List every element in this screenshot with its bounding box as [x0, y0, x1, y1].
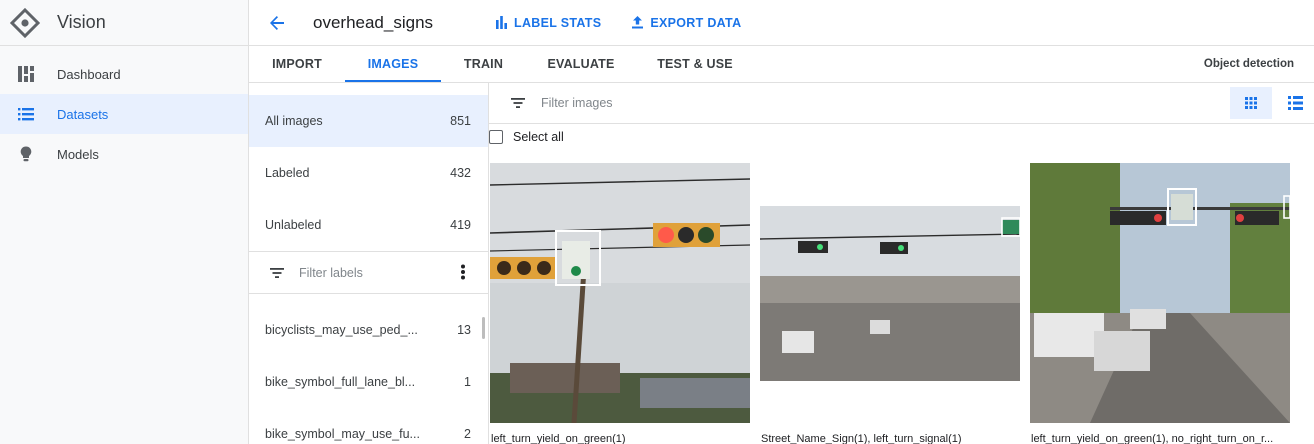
label-filter-input[interactable]: Filter labels	[249, 252, 488, 294]
nav-item-label: Models	[57, 146, 99, 162]
filter-count: 432	[450, 166, 471, 180]
panel-spacer	[249, 83, 488, 95]
list-view-button[interactable]	[1274, 87, 1314, 119]
more-vert-icon[interactable]	[460, 264, 466, 280]
filter-images-input[interactable]	[541, 96, 941, 110]
label-count: 1	[464, 375, 471, 389]
label-row[interactable]: bike_symbol_full_lane_bl... 1	[249, 356, 488, 408]
list-view-icon	[1287, 96, 1303, 110]
vision-logo-icon	[10, 7, 40, 38]
image-caption: left_turn_yield_on_green(1), no_right_tu…	[1031, 433, 1274, 444]
label-stats-button[interactable]: LABEL STATS	[495, 16, 601, 30]
label-name: bike_symbol_full_lane_bl...	[265, 375, 416, 389]
image-thumbnail	[1030, 163, 1290, 423]
tab-import[interactable]: IMPORT	[249, 46, 345, 82]
tab-train[interactable]: TRAIN	[441, 46, 526, 82]
nav-item-label: Dashboard	[57, 66, 121, 82]
images-main: Select all	[489, 83, 1314, 444]
model-type-label: Object detection	[1203, 58, 1294, 70]
nav-item-datasets[interactable]: Datasets	[0, 94, 248, 134]
nav-item-models[interactable]: Models	[0, 134, 248, 174]
lightbulb-icon	[16, 144, 36, 164]
filter-unlabeled[interactable]: Unlabeled 419	[249, 199, 488, 251]
image-caption: left_turn_yield_on_green(1)	[491, 433, 626, 444]
label-stats-label: LABEL STATS	[514, 15, 602, 30]
label-count: 13	[457, 323, 471, 337]
image-filter-panel: All images 851 Labeled 432 Unlabeled 419…	[249, 83, 489, 444]
tab-test-and-use[interactable]: TEST & USE	[636, 46, 754, 82]
image-thumbnail	[760, 206, 1020, 381]
filter-icon	[511, 98, 525, 108]
export-data-button[interactable]: EXPORT DATA	[631, 16, 741, 30]
bar-chart-icon	[496, 16, 508, 29]
image-filter-bar	[489, 83, 1314, 124]
filter-all-images[interactable]: All images 851	[249, 95, 488, 147]
nav-item-dashboard[interactable]: Dashboard	[0, 54, 248, 94]
tab-evaluate[interactable]: EVALUATE	[526, 46, 636, 82]
image-tile[interactable]: left_turn_yield_on_green(1)	[490, 163, 750, 444]
label-count: 2	[464, 427, 471, 441]
label-name: bicyclists_may_use_ped_...	[265, 323, 418, 337]
arrow-back-icon[interactable]	[267, 13, 287, 33]
filter-count: 851	[450, 114, 471, 128]
label-row[interactable]: bicyclists_may_use_ped_... 13	[249, 304, 488, 356]
list-icon	[16, 104, 36, 124]
label-list-scrollbar[interactable]	[482, 317, 485, 339]
filter-label: Unlabeled	[265, 218, 322, 232]
label-row[interactable]: bike_symbol_may_use_fu... 2	[249, 408, 488, 444]
export-data-label: EXPORT DATA	[650, 15, 742, 30]
product-name: Vision	[57, 12, 106, 32]
image-tile[interactable]: left_turn_yield_on_green(1), no_right_tu…	[1030, 163, 1290, 444]
filter-label: All images	[265, 114, 323, 128]
image-caption: Street_Name_Sign(1), left_turn_signal(1)	[761, 433, 962, 444]
select-all-checkbox[interactable]	[489, 130, 503, 144]
filter-label: Labeled	[265, 166, 310, 180]
nav-item-label: Datasets	[57, 106, 109, 122]
panel-spacer	[249, 294, 488, 304]
left-nav: Vision Dashboard Datasets Models	[0, 0, 249, 444]
image-thumbnail	[490, 163, 750, 423]
label-name: bike_symbol_may_use_fu...	[265, 427, 420, 441]
label-filter-placeholder: Filter labels	[299, 265, 363, 280]
dataset-title: overhead_signs	[313, 12, 434, 32]
app-root: Vision Dashboard Datasets Models overhea…	[0, 0, 1314, 444]
filter-count: 419	[450, 218, 471, 232]
image-grid: left_turn_yield_on_green(1) Street_Name_…	[489, 163, 1314, 444]
image-tile[interactable]: Street_Name_Sign(1), left_turn_signal(1)	[760, 163, 1020, 444]
filter-labeled[interactable]: Labeled 432	[249, 147, 488, 199]
tab-images[interactable]: IMAGES	[345, 46, 441, 82]
brand[interactable]: Vision	[0, 0, 248, 46]
grid-view-icon	[1245, 97, 1257, 109]
dataset-header: overhead_signs LABEL STATS EXPORT DATA	[249, 0, 1314, 46]
tab-bar: IMPORT IMAGES TRAIN EVALUATE TEST & USE …	[249, 46, 1314, 83]
dashboard-icon	[16, 64, 36, 84]
upload-icon	[632, 16, 644, 29]
grid-view-button[interactable]	[1230, 87, 1272, 119]
select-all-label: Select all	[513, 130, 564, 144]
filter-icon	[270, 267, 284, 278]
select-all-row: Select all	[489, 124, 1314, 150]
